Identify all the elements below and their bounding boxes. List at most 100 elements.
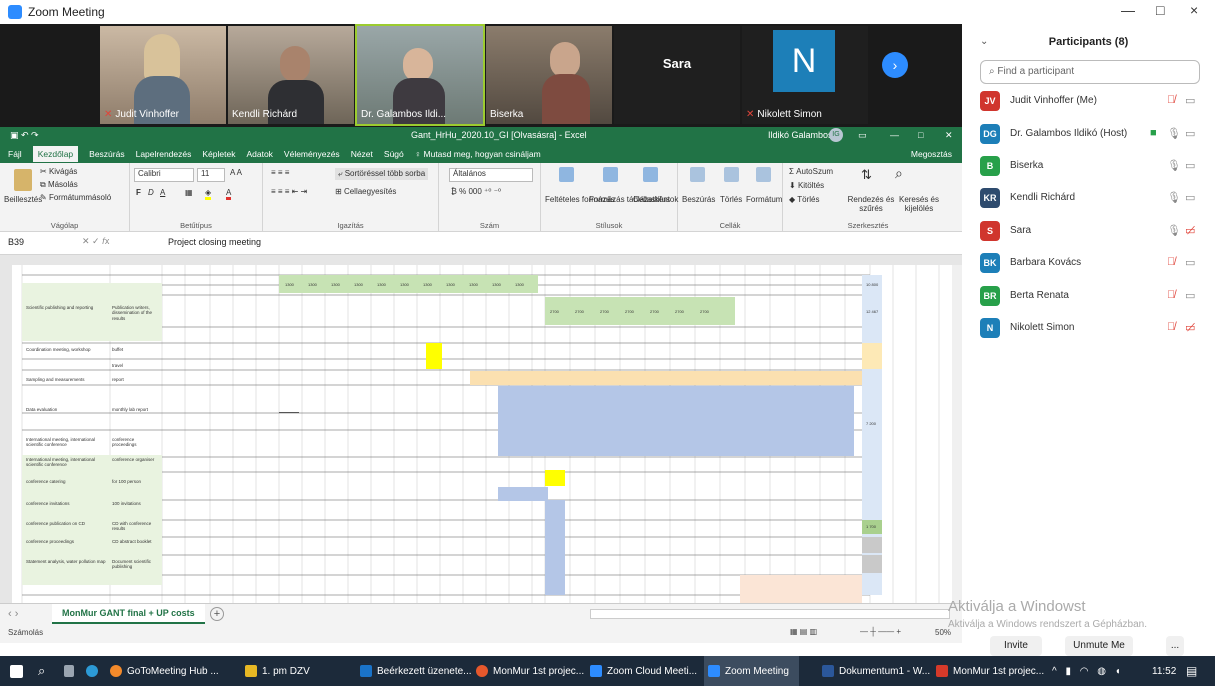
ribbon-display-icon[interactable]: ▭ — [858, 130, 867, 141]
participant-row[interactable]: BR Berta Renata 🎙̸ ▭ — [980, 284, 1205, 308]
font-size-select[interactable]: 11 — [197, 168, 225, 182]
align-top-icon[interactable]: ≡ ≡ ≡ — [271, 168, 289, 177]
excel-minimize-icon[interactable]: — — [890, 130, 899, 140]
taskbar-item[interactable]: Beérkezett üzenete... — [360, 656, 472, 686]
sort-filter-icon[interactable]: ⇅ — [861, 167, 872, 183]
underline-button[interactable]: A — [160, 188, 165, 197]
next-page-arrow-icon[interactable]: › — [882, 52, 908, 78]
save-icon[interactable]: ▣ ↶ ↷ — [10, 130, 39, 141]
tab-home[interactable]: Kezdőlap — [32, 145, 79, 162]
participant-row[interactable]: BK Barbara Kovács 🎙̸ ▭ — [980, 251, 1205, 275]
find-select-button[interactable]: Keresés és kijelölés — [895, 195, 943, 213]
paste-icon[interactable] — [14, 169, 32, 191]
clear-button[interactable]: ◆ Törlés — [789, 195, 819, 204]
bold-button[interactable]: F — [136, 188, 141, 197]
participant-row[interactable]: JV Judit Vinhoffer (Me) 🎙̸ ▭ — [980, 89, 1205, 113]
conditional-format-icon[interactable] — [559, 167, 574, 182]
name-box[interactable]: B39 — [8, 237, 68, 247]
video-on-icon[interactable]: ▭ — [1185, 191, 1195, 204]
formula-buttons-icon[interactable]: ✕ ✓ 𝑓x — [82, 236, 109, 247]
participant-search-input[interactable]: ⌕ Find a participant — [980, 60, 1200, 84]
sort-filter-button[interactable]: Rendezés és szűrés — [847, 195, 895, 213]
video-on-icon[interactable]: ▭ — [1185, 289, 1195, 302]
signed-in-user[interactable]: Ildikó Galambos — [768, 130, 833, 140]
tab-review[interactable]: Véleményezés — [284, 149, 340, 159]
windows-start-icon[interactable] — [10, 656, 28, 686]
muted-mic-icon[interactable]: 🎙̸ — [1167, 289, 1175, 301]
cut-button[interactable]: ✂ Kivágás — [40, 167, 77, 176]
minimize-button[interactable]: — — [1121, 2, 1135, 18]
format-cells-icon[interactable] — [756, 167, 771, 182]
video-on-icon[interactable]: ▭ — [1185, 127, 1195, 140]
muted-mic-icon[interactable]: 🎙̸ — [1167, 94, 1175, 106]
muted-mic-icon[interactable]: 🎙̸ — [1167, 321, 1175, 333]
maximize-button[interactable]: □ — [1156, 2, 1164, 18]
view-buttons-icon[interactable]: ▦ ▤ ▥ — [790, 627, 817, 636]
tab-help[interactable]: Súgó — [384, 149, 404, 159]
fill-button[interactable]: ⬇ Kitöltés — [789, 181, 824, 190]
merge-button[interactable]: ⊞ Cellaegyesítés — [335, 187, 396, 196]
taskbar-item-active[interactable]: Zoom Meeting — [704, 656, 799, 686]
participant-row[interactable]: S Sara 🎙 ▭̸ — [980, 219, 1205, 243]
participant-row[interactable]: KR Kendli Richárd 🎙 ▭ — [980, 186, 1205, 210]
spreadsheet-grid[interactable]: 1300 1300 1300 1300 1300 1300 1300 1300 1300 1… — [0, 255, 962, 603]
share-button[interactable]: Megosztás — [911, 149, 952, 159]
sheet-nav-arrows-icon[interactable]: ‹ › — [8, 608, 18, 620]
taskbar-item[interactable]: MonMur 1st projec... — [936, 656, 1044, 686]
paste-button[interactable]: Beillesztés — [4, 195, 42, 204]
video-on-icon[interactable]: ▭ — [1185, 94, 1195, 107]
find-icon[interactable]: ⌕ — [895, 165, 903, 182]
zoom-slider[interactable]: — ┼ —— + — [860, 627, 901, 636]
add-sheet-icon[interactable]: + — [210, 607, 224, 621]
insert-cells-icon[interactable] — [690, 167, 705, 182]
fill-color-icon[interactable]: ◈ — [205, 188, 212, 200]
format-cells-button[interactable]: Formátum — [746, 195, 782, 204]
taskbar-item[interactable]: Zoom Cloud Meeti... — [590, 656, 697, 686]
vertical-scrollbar[interactable] — [952, 265, 962, 603]
participant-row[interactable]: DG Dr. Galambos Ildikó (Host) ■ 🎙 ▭ — [980, 122, 1205, 146]
align-left-icon[interactable]: ≡ ≡ ≡ ⇤ ⇥ — [271, 187, 307, 196]
formula-input[interactable]: Project closing meeting — [168, 237, 261, 247]
borders-icon[interactable]: ▦ — [185, 188, 193, 197]
copy-button[interactable]: ⧉ Másolás — [40, 180, 78, 190]
taskbar-item[interactable]: Dokumentum1 - W... — [822, 656, 930, 686]
cell-styles-button[interactable]: Cellastílusok — [633, 195, 678, 204]
autosum-button[interactable]: Σ AutoSzum — [789, 167, 833, 176]
video-tile-galambos[interactable]: Dr. Galambos Ildi... — [355, 24, 485, 126]
video-tile-sara[interactable]: Sara — [614, 26, 740, 124]
font-grow-icon[interactable]: A A — [230, 168, 242, 177]
task-view-icon[interactable] — [64, 656, 79, 686]
cell-styles-icon[interactable] — [643, 167, 658, 182]
mic-icon[interactable]: 🎙 — [1167, 191, 1181, 204]
taskbar-item[interactable]: 1. pm DZV — [245, 656, 310, 686]
excel-restore-icon[interactable]: □ — [918, 130, 923, 140]
video-tile-biserka[interactable]: Biserka — [486, 26, 612, 124]
close-button[interactable]: × — [1190, 2, 1198, 18]
video-off-icon[interactable]: ▭̸ — [1185, 224, 1195, 237]
mic-icon[interactable]: 🎙 — [1167, 224, 1181, 237]
wrap-text-button[interactable]: ⤶ Sortöréssel több sorba — [335, 168, 429, 180]
edge-browser-icon[interactable] — [86, 656, 103, 686]
more-options-button[interactable]: ... — [1166, 636, 1184, 656]
participant-row[interactable]: B Biserka 🎙 ▭ — [980, 154, 1205, 178]
video-tile-kendli[interactable]: Kendli Richárd — [228, 26, 354, 124]
notifications-icon[interactable]: ▤ — [1186, 656, 1197, 686]
mic-icon[interactable]: 🎙 — [1167, 127, 1181, 140]
video-on-icon[interactable]: ▭ — [1185, 159, 1195, 172]
search-icon[interactable]: ⌕ — [38, 656, 45, 686]
unmute-me-button[interactable]: Unmute Me — [1065, 636, 1133, 656]
video-tile-judit[interactable]: ✕ Judit Vinhoffer — [100, 26, 226, 124]
video-on-icon[interactable]: ▭ — [1185, 256, 1195, 269]
mic-icon[interactable]: 🎙 — [1167, 159, 1181, 172]
taskbar-item[interactable]: GoToMeeting Hub ... — [110, 656, 219, 686]
insert-cells-button[interactable]: Beszúrás — [682, 195, 715, 204]
delete-cells-icon[interactable] — [724, 167, 739, 182]
tab-data[interactable]: Adatok — [246, 149, 272, 159]
sheet-tab-active[interactable]: MonMur GANT final + UP costs — [52, 604, 205, 624]
video-off-icon[interactable]: ▭̸ — [1185, 321, 1195, 334]
font-color-icon[interactable]: A — [226, 188, 232, 200]
video-tile-nikolett[interactable]: N ✕ Nikolett Simon — [742, 26, 868, 124]
participant-row[interactable]: N Nikolett Simon 🎙̸ ▭̸ — [980, 316, 1205, 340]
muted-mic-icon[interactable]: 🎙̸ — [1167, 256, 1175, 268]
number-format-select[interactable]: Általános — [449, 168, 533, 182]
